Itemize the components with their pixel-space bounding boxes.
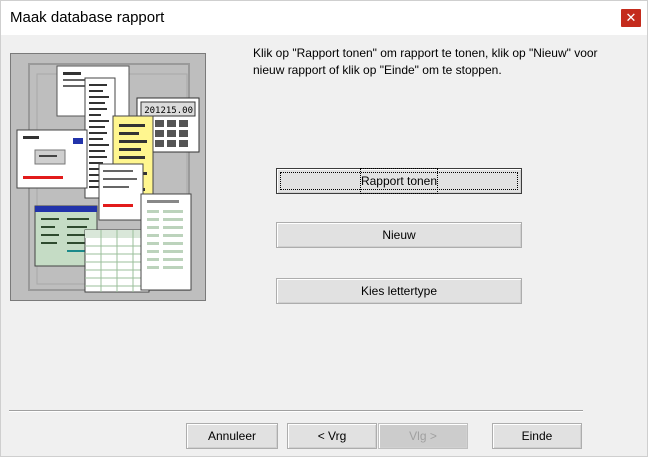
next-label: Vlg >: [409, 429, 437, 443]
choose-font-label: Kies lettertype: [360, 284, 438, 298]
new-report-button[interactable]: Nieuw: [276, 222, 522, 248]
close-icon: ✕: [625, 10, 637, 25]
letter-document: [16, 129, 88, 189]
instruction-text: Klik op "Rapport tonen" om rapport te to…: [253, 46, 598, 77]
choose-font-button[interactable]: Kies lettertype: [276, 278, 522, 304]
cancel-label: Annuleer: [207, 429, 257, 443]
calculator-display: 201215.00: [144, 106, 193, 116]
back-label: < Vrg: [317, 429, 347, 443]
window-title: Maak database rapport: [10, 9, 165, 26]
footer-separator: [9, 410, 583, 412]
show-report-button[interactable]: Rapport tonen: [276, 168, 522, 194]
next-button[interactable]: Vlg >: [378, 423, 468, 449]
finish-label: Einde: [521, 429, 553, 443]
title-bar[interactable]: Maak database rapport ✕: [1, 1, 647, 35]
show-report-label: Rapport tonen: [359, 168, 439, 194]
back-button[interactable]: < Vrg: [287, 423, 377, 449]
form-document: [98, 163, 144, 221]
cancel-button[interactable]: Annuleer: [186, 423, 278, 449]
close-button[interactable]: ✕: [621, 9, 641, 27]
dialog-window: Maak database rapport ✕ 201215.00 Klik o…: [0, 0, 648, 457]
columns-document: [140, 193, 192, 291]
new-report-label: Nieuw: [382, 228, 416, 242]
spreadsheet-document: [84, 229, 150, 293]
finish-button[interactable]: Einde: [492, 423, 582, 449]
report-illustration: 201215.00: [10, 53, 206, 301]
report-documents-image: 201215.00: [16, 63, 200, 293]
